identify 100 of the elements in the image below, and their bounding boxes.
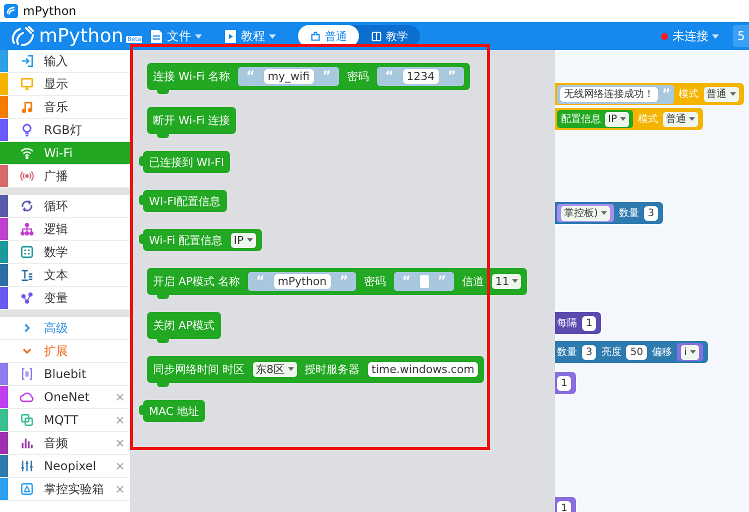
window-title: mPython (23, 4, 76, 18)
menu-button[interactable]: 文件 (150, 28, 202, 44)
block-label: 数量 (557, 346, 577, 359)
text-field[interactable]: time.windows.com (368, 362, 478, 376)
input-icon (20, 54, 34, 68)
text-field[interactable]: 1234 (402, 68, 439, 84)
number-field[interactable]: 1 (557, 376, 572, 390)
number-field[interactable]: 50 (626, 344, 648, 360)
block-label: 每隔 (557, 317, 577, 330)
block-label: 模式 (638, 112, 658, 126)
text-field[interactable]: mPython (274, 274, 331, 288)
quote-mark: “ (256, 274, 265, 288)
quote-mark: “ (385, 68, 394, 84)
category-label: MQTT (44, 413, 78, 427)
category-item[interactable]: Neopixel × (0, 455, 130, 478)
bracket-icon (20, 367, 34, 381)
block-label: 配置信息 (561, 112, 601, 126)
block-label: 同步网络时间 时区 (153, 362, 244, 376)
cloud-icon (20, 390, 34, 404)
bar-chart-icon (20, 436, 34, 450)
code-block[interactable]: 数量 3 亮度 50 偏移 i (555, 341, 708, 363)
block-label: 断开 Wi-Fi 连接 (153, 112, 230, 128)
quote-mark: ” (662, 86, 671, 102)
category-item[interactable]: 逻辑 (0, 218, 130, 241)
dropdown[interactable]: IP (605, 112, 629, 126)
dropdown[interactable]: IP (230, 232, 256, 248)
caret-icon (600, 211, 607, 215)
caret-icon (730, 92, 736, 96)
code-block[interactable]: 1 (555, 372, 576, 394)
bulb-icon (20, 123, 34, 137)
dropdown[interactable]: 东8区 (252, 362, 296, 376)
category-item[interactable]: OneNet × (0, 386, 130, 409)
empty-field[interactable] (420, 274, 429, 288)
category-item[interactable]: 掌控实验箱 × (0, 478, 130, 501)
quote-mark: ” (340, 274, 348, 288)
category-label: 显示 (44, 76, 68, 92)
category-label: Bluebit (44, 367, 86, 381)
dropdown[interactable]: i (681, 344, 699, 360)
block-label: 开启 AP模式 名称 (153, 274, 240, 288)
dropdown[interactable]: 普通 (704, 86, 739, 102)
block-label: 亮度 (601, 346, 622, 359)
dropdown[interactable]: 掌控板) (561, 206, 610, 220)
dropdown[interactable]: 11 (492, 274, 522, 288)
hand-logo-icon (10, 25, 36, 47)
text-field[interactable]: my_wifi (264, 68, 314, 84)
category-label: RGB灯 (44, 122, 82, 138)
block-label: 已连接到 WI-FI (149, 154, 224, 170)
overlapping-squares-icon (20, 413, 34, 427)
quote-mark: “ (246, 68, 255, 84)
app-logo: mPython (39, 25, 124, 47)
category-item[interactable]: 音频 × (0, 432, 130, 455)
quote-mark: ” (448, 68, 456, 84)
category-label: 扩展 (44, 342, 68, 360)
category-label: 逻辑 (44, 220, 68, 238)
caret-icon (246, 238, 253, 242)
number-field[interactable]: 3 (582, 344, 596, 360)
category-label: 广播 (44, 168, 68, 184)
code-block[interactable]: 掌控板) 数量 3 (555, 202, 664, 224)
menu-button[interactable]: 教程 (224, 28, 276, 44)
number-field[interactable]: 1 (582, 316, 596, 330)
category-label: 掌控实验箱 (44, 480, 104, 498)
quote-mark: “ (402, 274, 411, 288)
broadcast-icon (20, 169, 34, 183)
category-item[interactable]: 音乐 (0, 96, 130, 119)
block-label: MAC 地址 (149, 404, 199, 418)
text-icon (20, 268, 34, 282)
caret-icon (712, 34, 720, 38)
block-label: Wi-Fi 配置信息 (149, 232, 223, 248)
category-label: 文本 (44, 266, 68, 284)
dropdown[interactable]: 普通 (662, 112, 698, 126)
category-item[interactable]: MQTT × (0, 409, 130, 432)
category-label: OneNet (44, 390, 90, 404)
text-field[interactable]: 无线网络连接成功！ (560, 86, 658, 102)
block-label: 数量 (618, 207, 639, 220)
category-item[interactable]: 数学 (0, 241, 130, 264)
connection-status[interactable]: 未连接 (661, 28, 720, 44)
caret-icon (269, 34, 276, 38)
category-label: 高级 (44, 320, 68, 336)
category-item[interactable]: 输入 (0, 50, 130, 73)
category-item[interactable]: 循环 (0, 195, 130, 218)
monitor-icon (20, 77, 34, 91)
mode-tab[interactable]: 教学 (359, 25, 420, 47)
category-label: 循环 (44, 198, 68, 214)
caret-icon (288, 367, 294, 371)
wifi-icon (20, 146, 34, 160)
category-item[interactable]: Bluebit (0, 363, 130, 386)
block-label: 密码 (364, 274, 386, 288)
block-label: 偏移 (652, 346, 672, 359)
number-field[interactable]: 3 (644, 206, 658, 220)
category-item[interactable]: 显示 (0, 73, 130, 96)
category-item[interactable]: 文本 (0, 264, 130, 287)
code-block[interactable]: 无线网络连接成功！ ” 模式 普通 (555, 83, 744, 105)
code-block[interactable]: 每隔 1 (555, 312, 602, 334)
calculator-icon (20, 245, 34, 259)
code-block[interactable]: 1 (555, 497, 576, 512)
block-label: 密码 (347, 68, 370, 84)
code-block[interactable]: 配置信息 IP 模式 普通 (555, 108, 703, 130)
box-icon (20, 482, 34, 496)
number-field[interactable]: 1 (557, 500, 572, 512)
caret-icon (688, 117, 695, 121)
